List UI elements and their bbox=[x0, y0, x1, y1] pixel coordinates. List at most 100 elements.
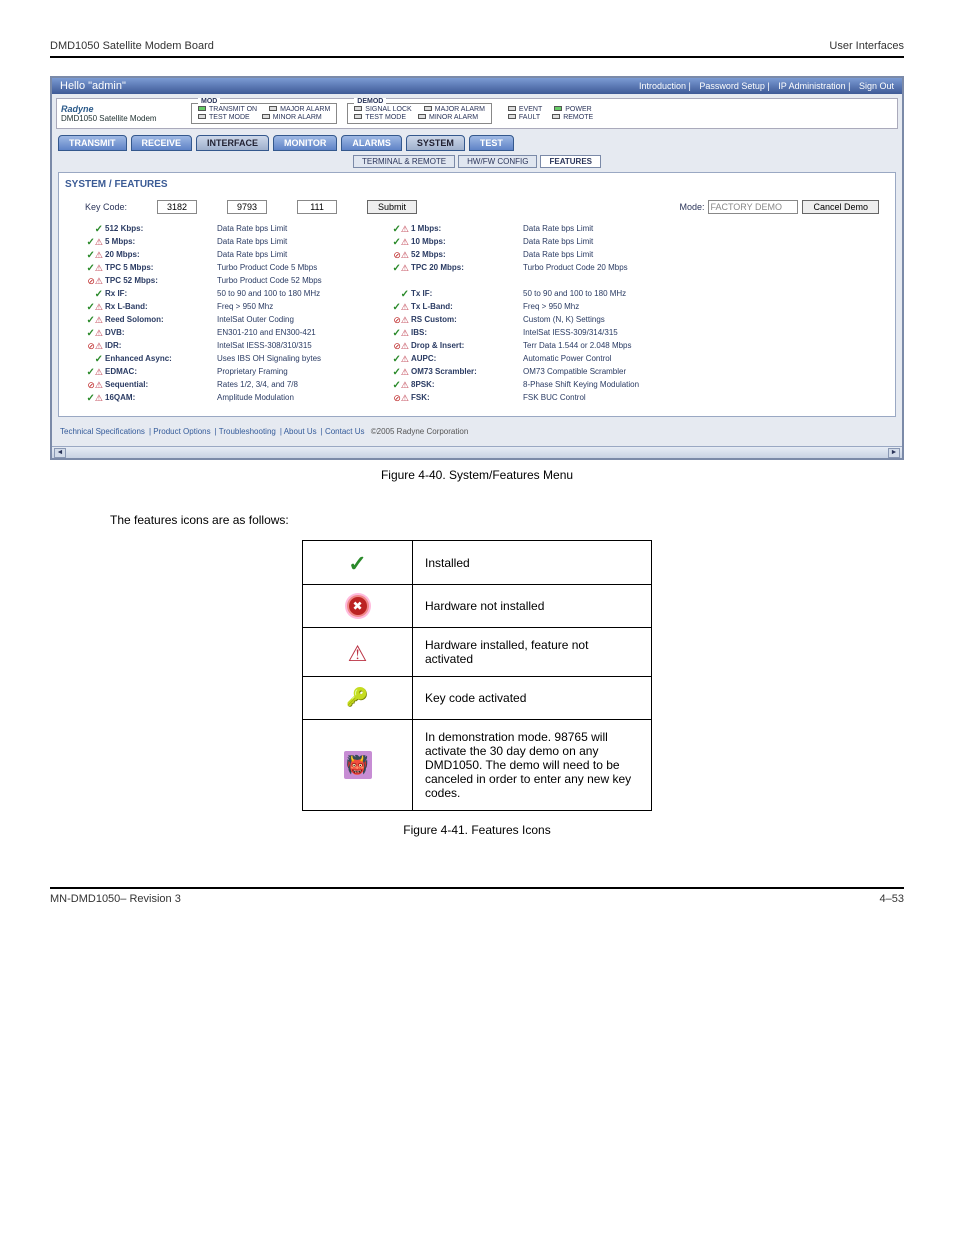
keycode-2[interactable] bbox=[227, 200, 267, 214]
tab-receive[interactable]: RECEIVE bbox=[131, 135, 193, 151]
feature-desc: 8-Phase Shift Keying Modulation bbox=[523, 380, 693, 391]
feature-status-icon bbox=[83, 354, 103, 365]
feature-status-icon bbox=[83, 341, 103, 352]
feature-name: 8PSK: bbox=[411, 380, 521, 391]
status-demod: DEMOD SIGNAL LOCKMAJOR ALARM TEST MODEMI… bbox=[347, 103, 492, 124]
legend-text: Hardware installed, feature not activate… bbox=[413, 628, 652, 677]
feature-name: Rx IF: bbox=[105, 289, 215, 300]
led-fault: FAULT bbox=[519, 114, 540, 121]
figure-caption-2: Figure 4-41. Features Icons bbox=[50, 823, 904, 837]
feature-status-icon bbox=[389, 315, 409, 326]
led-power: POWER bbox=[565, 106, 591, 113]
legend-icon bbox=[347, 595, 369, 617]
status-demod-legend: DEMOD bbox=[354, 98, 386, 105]
figure-caption-1: Figure 4-40. System/Features Menu bbox=[50, 468, 904, 482]
feature-desc: Turbo Product Code 20 Mbps bbox=[523, 263, 693, 274]
tab-system[interactable]: SYSTEM bbox=[406, 135, 465, 151]
legend-icon bbox=[345, 687, 371, 709]
feature-desc: Data Rate bps Limit bbox=[217, 237, 387, 248]
feature-status-icon bbox=[389, 341, 409, 352]
feature-desc: Data Rate bps Limit bbox=[523, 224, 693, 235]
feature-desc: Proprietary Framing bbox=[217, 367, 387, 378]
legend-icon bbox=[345, 641, 371, 663]
feature-name: DVB: bbox=[105, 328, 215, 339]
footlink-copyright: ©2005 Radyne Corporation bbox=[371, 427, 469, 436]
tab-test[interactable]: TEST bbox=[469, 135, 514, 151]
tab-alarms[interactable]: ALARMS bbox=[341, 135, 402, 151]
feature-status-icon bbox=[389, 302, 409, 313]
intro-text: The features icons are as follows: bbox=[110, 512, 844, 528]
feature-name: Tx L-Band: bbox=[411, 302, 521, 313]
feature-desc: IntelSat IESS-309/314/315 bbox=[523, 328, 693, 339]
feature-status-icon bbox=[389, 250, 409, 261]
feature-desc: Terr Data 1.544 or 2.048 Mbps bbox=[523, 341, 693, 352]
feature-status-icon bbox=[389, 276, 409, 287]
feature-name: 5 Mbps: bbox=[105, 237, 215, 248]
footlink-about[interactable]: About Us bbox=[284, 427, 317, 436]
feature-desc: EN301-210 and EN300-421 bbox=[217, 328, 387, 339]
content-panel: SYSTEM / FEATURES Key Code: Submit Mode:… bbox=[58, 172, 896, 417]
subtab-terminal[interactable]: TERMINAL & REMOTE bbox=[353, 155, 455, 168]
section-title: SYSTEM / FEATURES bbox=[65, 179, 889, 190]
feature-status-icon bbox=[389, 354, 409, 365]
link-introduction[interactable]: Introduction bbox=[639, 81, 686, 91]
feature-status-icon bbox=[83, 276, 103, 287]
footlink-techspec[interactable]: Technical Specifications bbox=[60, 427, 145, 436]
feature-desc: Data Rate bps Limit bbox=[523, 237, 693, 248]
feature-status-icon bbox=[83, 328, 103, 339]
led-signal-lock: SIGNAL LOCK bbox=[365, 106, 411, 113]
keycode-3[interactable] bbox=[297, 200, 337, 214]
feature-name: Sequential: bbox=[105, 380, 215, 391]
feature-name: TPC 20 Mbps: bbox=[411, 263, 521, 274]
app-footer-links: Technical Specifications| Product Option… bbox=[52, 423, 902, 446]
feature-name: 1 Mbps: bbox=[411, 224, 521, 235]
scroll-right-icon[interactable]: ► bbox=[888, 448, 900, 458]
keycode-1[interactable] bbox=[157, 200, 197, 214]
feature-name: 52 Mbps: bbox=[411, 250, 521, 261]
tab-monitor[interactable]: MONITOR bbox=[273, 135, 337, 151]
app-titlebar: Hello "admin" Introduction | Password Se… bbox=[52, 78, 902, 94]
footlink-options[interactable]: Product Options bbox=[153, 427, 210, 436]
tab-interface[interactable]: INTERFACE bbox=[196, 135, 269, 151]
feature-name: Tx IF: bbox=[411, 289, 521, 300]
feature-name: EDMAC: bbox=[105, 367, 215, 378]
subtab-hwfw[interactable]: HW/FW CONFIG bbox=[458, 155, 537, 168]
feature-name: 20 Mbps: bbox=[105, 250, 215, 261]
feature-name: Enhanced Async: bbox=[105, 354, 215, 365]
logo-text: Radyne bbox=[61, 104, 94, 114]
feature-status-icon bbox=[83, 263, 103, 274]
feature-status-icon bbox=[389, 328, 409, 339]
feature-name: 16QAM: bbox=[105, 393, 215, 404]
feature-desc: Custom (N, K) Settings bbox=[523, 315, 693, 326]
feature-desc bbox=[523, 276, 693, 287]
legend-table: InstalledHardware not installedHardware … bbox=[302, 540, 652, 811]
led-transmit-on: TRANSMIT ON bbox=[209, 106, 257, 113]
subtab-features[interactable]: FEATURES bbox=[540, 155, 601, 168]
legend-text: In demonstration mode. 98765 will activa… bbox=[413, 720, 652, 811]
led-demod-major: MAJOR ALARM bbox=[435, 106, 485, 113]
tab-transmit[interactable]: TRANSMIT bbox=[58, 135, 127, 151]
feature-desc: Uses IBS OH Signaling bytes bbox=[217, 354, 387, 365]
keycode-label: Key Code: bbox=[85, 202, 127, 212]
feature-name: IBS: bbox=[411, 328, 521, 339]
link-signout[interactable]: Sign Out bbox=[859, 81, 894, 91]
feature-status-icon bbox=[389, 237, 409, 248]
keycode-row: Key Code: Submit Mode: Cancel Demo bbox=[85, 200, 879, 214]
led-remote: REMOTE bbox=[563, 114, 593, 121]
scroll-left-icon[interactable]: ◄ bbox=[54, 448, 66, 458]
led-mod-test: TEST MODE bbox=[209, 114, 250, 121]
feature-desc: Data Rate bps Limit bbox=[523, 250, 693, 261]
feature-status-icon bbox=[83, 380, 103, 391]
submit-button[interactable]: Submit bbox=[367, 200, 417, 214]
link-ipadmin[interactable]: IP Administration bbox=[778, 81, 845, 91]
footlink-contact[interactable]: Contact Us bbox=[325, 427, 365, 436]
led-demod-minor: MINOR ALARM bbox=[429, 114, 478, 121]
footlink-trouble[interactable]: Troubleshooting bbox=[219, 427, 276, 436]
main-tabs: TRANSMIT RECEIVE INTERFACE MONITOR ALARM… bbox=[52, 133, 902, 153]
led-mod-minor: MINOR ALARM bbox=[273, 114, 322, 121]
feature-status-icon bbox=[83, 289, 103, 300]
link-password[interactable]: Password Setup bbox=[699, 81, 765, 91]
cancel-demo-button[interactable]: Cancel Demo bbox=[802, 200, 879, 214]
feature-status-icon bbox=[83, 315, 103, 326]
horizontal-scrollbar[interactable]: ◄ ► bbox=[52, 446, 902, 458]
